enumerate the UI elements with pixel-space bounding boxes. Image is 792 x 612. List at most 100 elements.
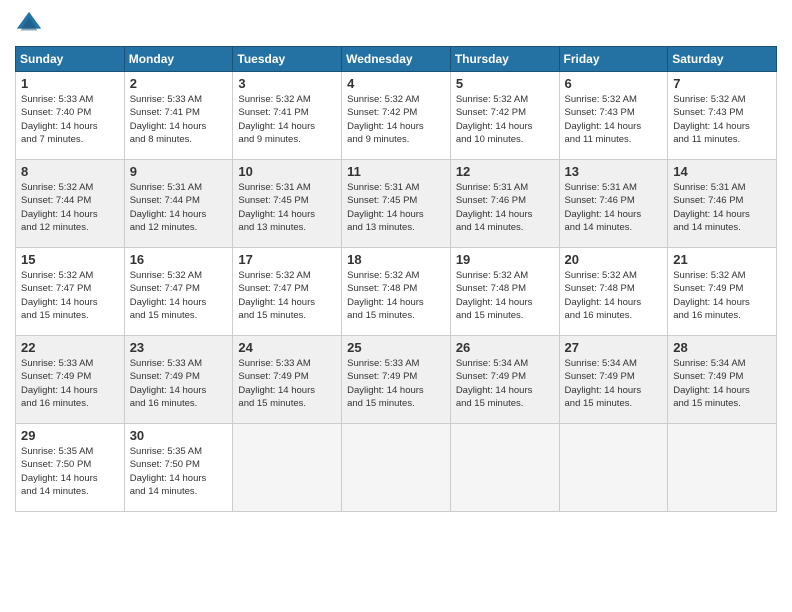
day-number: 3 [238,76,336,91]
day-info: Sunrise: 5:33 AMSunset: 7:40 PMDaylight:… [21,93,119,146]
calendar-cell: 2 Sunrise: 5:33 AMSunset: 7:41 PMDaylight… [124,72,233,160]
calendar-cell: 6 Sunrise: 5:32 AMSunset: 7:43 PMDaylight… [559,72,668,160]
calendar-cell: 28 Sunrise: 5:34 AMSunset: 7:49 PMDayligh… [668,336,777,424]
calendar-cell [233,424,342,512]
day-info: Sunrise: 5:32 AMSunset: 7:48 PMDaylight:… [347,269,445,322]
day-number: 9 [130,164,228,179]
calendar-cell: 18 Sunrise: 5:32 AMSunset: 7:48 PMDayligh… [342,248,451,336]
day-info: Sunrise: 5:32 AMSunset: 7:43 PMDaylight:… [565,93,663,146]
calendar-table: SundayMondayTuesdayWednesdayThursdayFrid… [15,46,777,512]
calendar-cell: 24 Sunrise: 5:33 AMSunset: 7:49 PMDayligh… [233,336,342,424]
day-info: Sunrise: 5:33 AMSunset: 7:41 PMDaylight:… [130,93,228,146]
header-monday: Monday [124,47,233,72]
day-info: Sunrise: 5:32 AMSunset: 7:41 PMDaylight:… [238,93,336,146]
day-info: Sunrise: 5:32 AMSunset: 7:48 PMDaylight:… [456,269,554,322]
day-number: 23 [130,340,228,355]
calendar-week-row: 1 Sunrise: 5:33 AMSunset: 7:40 PMDaylight… [16,72,777,160]
day-number: 8 [21,164,119,179]
day-info: Sunrise: 5:31 AMSunset: 7:46 PMDaylight:… [673,181,771,234]
calendar-cell: 19 Sunrise: 5:32 AMSunset: 7:48 PMDayligh… [450,248,559,336]
day-info: Sunrise: 5:32 AMSunset: 7:44 PMDaylight:… [21,181,119,234]
calendar-cell: 4 Sunrise: 5:32 AMSunset: 7:42 PMDaylight… [342,72,451,160]
calendar-week-row: 15 Sunrise: 5:32 AMSunset: 7:47 PMDayligh… [16,248,777,336]
calendar-cell [668,424,777,512]
calendar-cell: 20Sunrise: 5:32 AMSunset: 7:48 PMDayligh… [559,248,668,336]
day-number: 11 [347,164,445,179]
day-info: Sunrise: 5:31 AMSunset: 7:44 PMDaylight:… [130,181,228,234]
calendar-cell: 10Sunrise: 5:31 AMSunset: 7:45 PMDayligh… [233,160,342,248]
calendar-week-row: 8 Sunrise: 5:32 AMSunset: 7:44 PMDaylight… [16,160,777,248]
day-number: 5 [456,76,554,91]
calendar-cell: 3 Sunrise: 5:32 AMSunset: 7:41 PMDaylight… [233,72,342,160]
page-header [15,10,777,38]
day-number: 12 [456,164,554,179]
day-number: 28 [673,340,771,355]
day-info: Sunrise: 5:31 AMSunset: 7:45 PMDaylight:… [347,181,445,234]
header-saturday: Saturday [668,47,777,72]
day-number: 29 [21,428,119,443]
day-number: 18 [347,252,445,267]
calendar-cell: 14 Sunrise: 5:31 AMSunset: 7:46 PMDayligh… [668,160,777,248]
logo [15,10,47,38]
day-info: Sunrise: 5:32 AMSunset: 7:47 PMDaylight:… [130,269,228,322]
day-info: Sunrise: 5:31 AMSunset: 7:46 PMDaylight:… [456,181,554,234]
logo-icon [15,10,43,38]
calendar-cell: 11 Sunrise: 5:31 AMSunset: 7:45 PMDayligh… [342,160,451,248]
header-tuesday: Tuesday [233,47,342,72]
calendar-header-row: SundayMondayTuesdayWednesdayThursdayFrid… [16,47,777,72]
day-info: Sunrise: 5:34 AMSunset: 7:49 PMDaylight:… [565,357,663,410]
day-number: 24 [238,340,336,355]
day-info: Sunrise: 5:33 AMSunset: 7:49 PMDaylight:… [130,357,228,410]
day-number: 4 [347,76,445,91]
calendar-cell: 7Sunrise: 5:32 AMSunset: 7:43 PMDaylight… [668,72,777,160]
day-info: Sunrise: 5:34 AMSunset: 7:49 PMDaylight:… [456,357,554,410]
calendar-cell: 27 Sunrise: 5:34 AMSunset: 7:49 PMDayligh… [559,336,668,424]
day-info: Sunrise: 5:32 AMSunset: 7:42 PMDaylight:… [456,93,554,146]
calendar-cell: 9 Sunrise: 5:31 AMSunset: 7:44 PMDaylight… [124,160,233,248]
day-number: 2 [130,76,228,91]
calendar-week-row: 22 Sunrise: 5:33 AMSunset: 7:49 PMDayligh… [16,336,777,424]
calendar-cell [559,424,668,512]
day-number: 7 [673,76,771,91]
day-info: Sunrise: 5:34 AMSunset: 7:49 PMDaylight:… [673,357,771,410]
day-info: Sunrise: 5:32 AMSunset: 7:42 PMDaylight:… [347,93,445,146]
day-number: 15 [21,252,119,267]
day-info: Sunrise: 5:33 AMSunset: 7:49 PMDaylight:… [21,357,119,410]
day-number: 26 [456,340,554,355]
calendar-cell: 5 Sunrise: 5:32 AMSunset: 7:42 PMDaylight… [450,72,559,160]
day-info: Sunrise: 5:32 AMSunset: 7:47 PMDaylight:… [238,269,336,322]
day-info: Sunrise: 5:35 AMSunset: 7:50 PMDaylight:… [21,445,119,498]
day-info: Sunrise: 5:32 AMSunset: 7:49 PMDaylight:… [673,269,771,322]
calendar-cell: 17Sunrise: 5:32 AMSunset: 7:47 PMDayligh… [233,248,342,336]
day-number: 1 [21,76,119,91]
day-info: Sunrise: 5:32 AMSunset: 7:48 PMDaylight:… [565,269,663,322]
calendar-cell: 23 Sunrise: 5:33 AMSunset: 7:49 PMDayligh… [124,336,233,424]
day-number: 27 [565,340,663,355]
day-number: 13 [565,164,663,179]
calendar-cell [450,424,559,512]
day-number: 6 [565,76,663,91]
day-number: 19 [456,252,554,267]
day-number: 10 [238,164,336,179]
calendar-cell: 13 Sunrise: 5:31 AMSunset: 7:46 PMDayligh… [559,160,668,248]
calendar-cell: 8 Sunrise: 5:32 AMSunset: 7:44 PMDaylight… [16,160,125,248]
calendar-cell: 22 Sunrise: 5:33 AMSunset: 7:49 PMDayligh… [16,336,125,424]
day-info: Sunrise: 5:33 AMSunset: 7:49 PMDaylight:… [238,357,336,410]
calendar-cell: 29 Sunrise: 5:35 AMSunset: 7:50 PMDayligh… [16,424,125,512]
day-info: Sunrise: 5:33 AMSunset: 7:49 PMDaylight:… [347,357,445,410]
calendar-cell: 21 Sunrise: 5:32 AMSunset: 7:49 PMDayligh… [668,248,777,336]
header-sunday: Sunday [16,47,125,72]
calendar-cell: 25Sunrise: 5:33 AMSunset: 7:49 PMDayligh… [342,336,451,424]
calendar-cell: 15 Sunrise: 5:32 AMSunset: 7:47 PMDayligh… [16,248,125,336]
day-info: Sunrise: 5:31 AMSunset: 7:46 PMDaylight:… [565,181,663,234]
day-number: 30 [130,428,228,443]
day-number: 22 [21,340,119,355]
header-thursday: Thursday [450,47,559,72]
header-wednesday: Wednesday [342,47,451,72]
day-number: 14 [673,164,771,179]
header-friday: Friday [559,47,668,72]
day-info: Sunrise: 5:32 AMSunset: 7:47 PMDaylight:… [21,269,119,322]
calendar-cell: 16Sunrise: 5:32 AMSunset: 7:47 PMDayligh… [124,248,233,336]
calendar-week-row: 29 Sunrise: 5:35 AMSunset: 7:50 PMDayligh… [16,424,777,512]
day-number: 21 [673,252,771,267]
